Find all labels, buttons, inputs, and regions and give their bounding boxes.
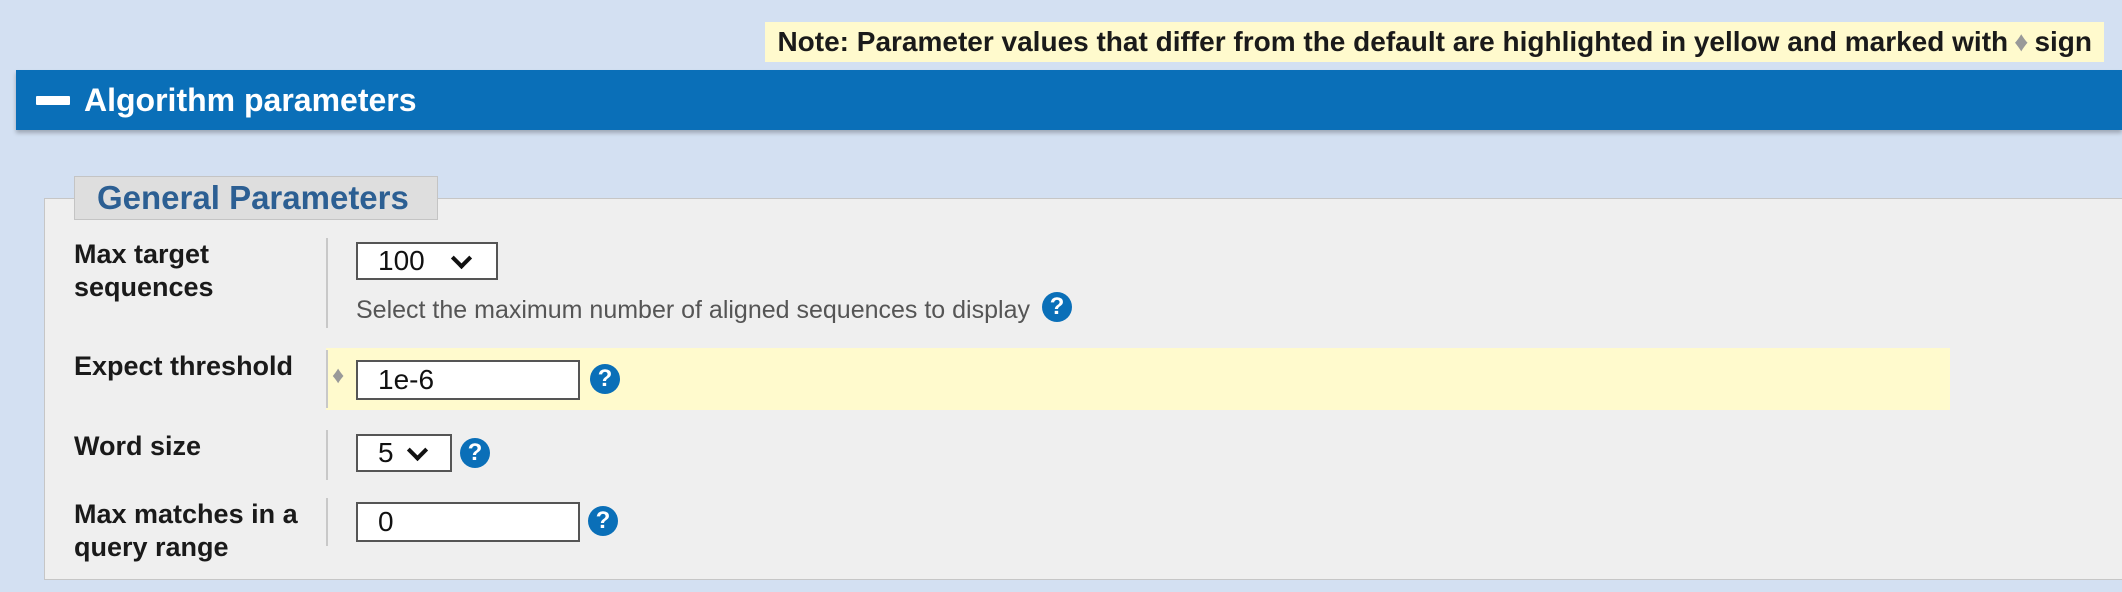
modified-diamond-icon: ♦ [332,362,345,389]
separator [326,430,328,480]
row-word-size: Word size 5 ? [44,428,2122,480]
separator [326,238,328,328]
max-matches-input[interactable]: 0 [356,502,580,542]
note-suffix: sign [2034,26,2092,57]
chevron-down-icon [406,439,429,462]
help-icon[interactable]: ? [1042,292,1072,322]
max-target-sequences-label: Max target sequences [74,239,214,302]
word-size-select[interactable]: 5 [356,434,452,472]
separator [326,350,328,408]
note-text: Note: Parameter values that differ from … [777,26,2009,57]
help-icon[interactable]: ? [588,506,618,536]
section-title: Algorithm parameters [84,81,417,118]
help-icon[interactable]: ? [590,364,620,394]
algorithm-parameters-header[interactable]: Algorithm parameters [16,70,2122,130]
word-size-value: 5 [378,437,394,468]
collapse-icon[interactable] [36,95,70,105]
word-size-label: Word size [74,431,202,461]
general-parameters-legend: General Parameters [74,176,438,220]
max-target-sequences-hint: Select the maximum number of aligned seq… [356,296,1030,324]
max-matches-label: Max matches in a query range [74,499,298,562]
max-matches-value: 0 [378,506,394,537]
max-target-sequences-select[interactable]: 100 [356,242,498,280]
row-max-target-sequences: Max target sequences 100 Select the maxi… [44,236,2122,330]
expect-threshold-label: Expect threshold [74,351,294,381]
row-expect-threshold: Expect threshold ♦ 1e-6 ? [44,348,2122,410]
diamond-icon: ♦ [2014,26,2029,57]
parameter-note: Note: Parameter values that differ from … [765,22,2104,62]
chevron-down-icon [450,247,473,270]
help-icon[interactable]: ? [460,438,490,468]
max-target-sequences-value: 100 [378,245,425,276]
expect-threshold-input[interactable]: 1e-6 [356,360,580,400]
expect-threshold-value: 1e-6 [378,364,435,395]
row-max-matches: Max matches in a query range 0 ? [44,496,2122,568]
separator [326,498,328,546]
